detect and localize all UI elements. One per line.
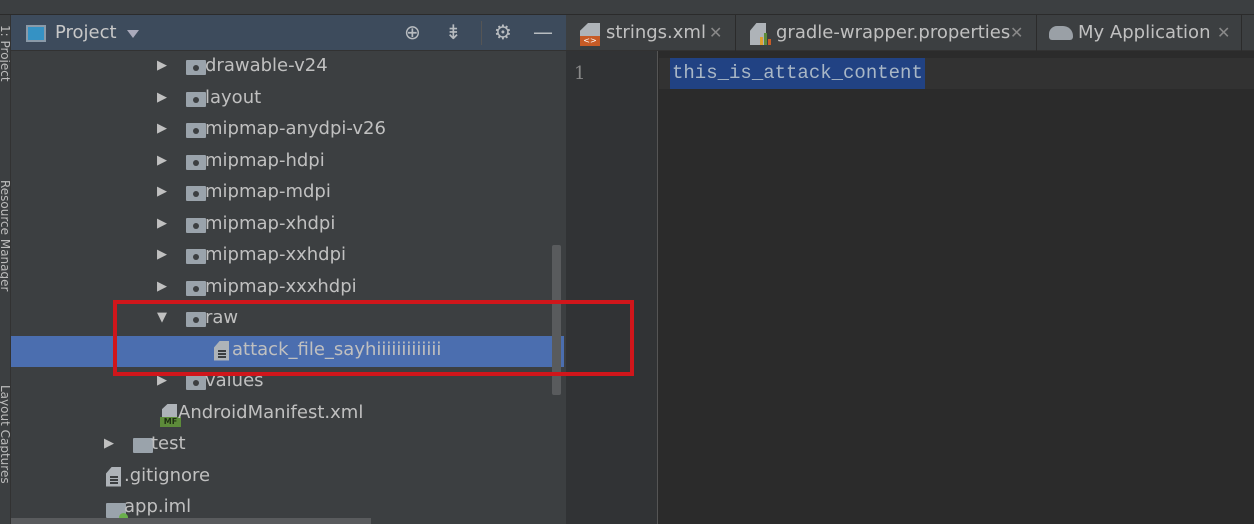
tree-item[interactable]: ▶ layout: [11, 84, 564, 115]
collapsed-arrow-icon[interactable]: ▶: [157, 247, 167, 262]
minimize-icon[interactable]: —: [533, 20, 553, 44]
collapsed-arrow-icon[interactable]: ▶: [157, 153, 167, 168]
tab-strings-xml[interactable]: <> strings.xml ✕: [566, 15, 736, 51]
tree-item-label: drawable-v24: [205, 55, 328, 76]
collapse-all-icon[interactable]: ⇟: [445, 20, 462, 44]
resource-manager-tool-button[interactable]: Resource Manager: [0, 180, 10, 291]
tree-item-label: mipmap-hdpi: [205, 149, 325, 171]
chevron-down-icon[interactable]: [127, 30, 139, 38]
tree-item-label: mipmap-anydpi-v26: [205, 118, 386, 139]
folder-icon: [186, 249, 206, 264]
tool-window-strip: 1: Project Resource Manager Layout Captu…: [0, 15, 11, 524]
editor-tabs: <> strings.xml ✕ gradle-wrapper.properti…: [566, 15, 1254, 51]
project-panel-header: Project ⊕ ⇟ ⚙ —: [11, 15, 566, 51]
tree-item[interactable]: ▶ mipmap-xhdpi: [11, 210, 564, 241]
tree-item-label: .gitignore: [124, 464, 211, 486]
text-file-icon: [106, 466, 121, 487]
collapsed-arrow-icon[interactable]: ▶: [157, 216, 167, 231]
gradle-elephant-icon: [1049, 26, 1073, 40]
collapsed-arrow-icon[interactable]: ▶: [157, 58, 167, 73]
close-icon[interactable]: ✕: [1217, 23, 1230, 42]
tab-label: My Application: [1078, 22, 1211, 43]
tree-item[interactable]: ▶ drawable-v24: [11, 52, 564, 83]
line-number: 1: [574, 63, 586, 84]
gear-icon[interactable]: ⚙: [494, 20, 512, 44]
layout-captures-tool-button[interactable]: Layout Captures: [0, 385, 10, 484]
project-view-selector[interactable]: Project: [55, 22, 117, 43]
close-icon[interactable]: ✕: [709, 23, 722, 42]
tree-item-label: layout: [205, 86, 262, 108]
horizontal-scrollbar[interactable]: [11, 518, 371, 524]
editor-content[interactable]: this_is_attack_content: [670, 58, 925, 89]
collapsed-arrow-icon[interactable]: ▶: [157, 90, 167, 105]
close-icon[interactable]: ✕: [1010, 23, 1023, 42]
tab-my-application[interactable]: My Application ✕: [1037, 15, 1242, 51]
tree-item[interactable]: .gitignore: [11, 462, 564, 493]
tab-label: gradle-wrapper.properties: [776, 22, 1011, 43]
tree-item[interactable]: ▶ mipmap-anydpi-v26: [11, 115, 564, 146]
editor-gutter: [566, 51, 658, 524]
folder-icon: [186, 375, 206, 390]
tree-item[interactable]: MF AndroidManifest.xml: [11, 399, 564, 430]
tree-item-label: mipmap-xhdpi: [205, 212, 336, 234]
tree-item[interactable]: ▶ test: [11, 430, 564, 461]
highlight-annotation-box: [113, 300, 634, 376]
collapsed-arrow-icon[interactable]: ▶: [104, 436, 114, 451]
tree-item[interactable]: ▶ mipmap-xxxhdpi: [11, 273, 564, 304]
divider: [481, 21, 482, 45]
tree-item-label: test: [151, 433, 186, 454]
collapsed-arrow-icon[interactable]: ▶: [157, 121, 167, 136]
project-panel: Project ⊕ ⇟ ⚙ — ▶ drawable-v24 ▶ layout ▶ mip…: [11, 15, 566, 524]
tree-item[interactable]: ▶ mipmap-mdpi: [11, 178, 564, 209]
tree-item[interactable]: ▶ mipmap-hdpi: [11, 147, 564, 178]
tree-item-label: mipmap-mdpi: [205, 181, 331, 202]
tab-gradle-wrapper-properties[interactable]: gradle-wrapper.properties ✕: [736, 15, 1037, 51]
folder-icon: [186, 154, 206, 170]
collapsed-arrow-icon[interactable]: ▶: [157, 184, 167, 199]
folder-icon: [186, 123, 206, 138]
collapsed-arrow-icon[interactable]: ▶: [157, 279, 167, 294]
title-bar: [0, 0, 1254, 15]
project-window-icon: [26, 25, 46, 42]
folder-icon: [186, 186, 206, 201]
folder-icon: [186, 60, 206, 75]
tree-item[interactable]: ▶ mipmap-xxhdpi: [11, 241, 564, 272]
tab-label: strings.xml: [606, 22, 706, 43]
locate-icon[interactable]: ⊕: [404, 20, 421, 44]
folder-icon: [186, 280, 206, 296]
folder-icon: [186, 217, 206, 233]
tree-item-label: app.iml: [124, 496, 192, 517]
folder-icon: [186, 91, 206, 107]
folder-icon: [133, 438, 153, 453]
tree-item-label: mipmap-xxhdpi: [205, 244, 347, 265]
tree-item-label: AndroidManifest.xml: [178, 401, 364, 423]
project-tool-button[interactable]: 1: Project: [0, 25, 10, 82]
tree-item-label: mipmap-xxxhdpi: [205, 275, 357, 297]
module-file-icon: [106, 503, 128, 522]
